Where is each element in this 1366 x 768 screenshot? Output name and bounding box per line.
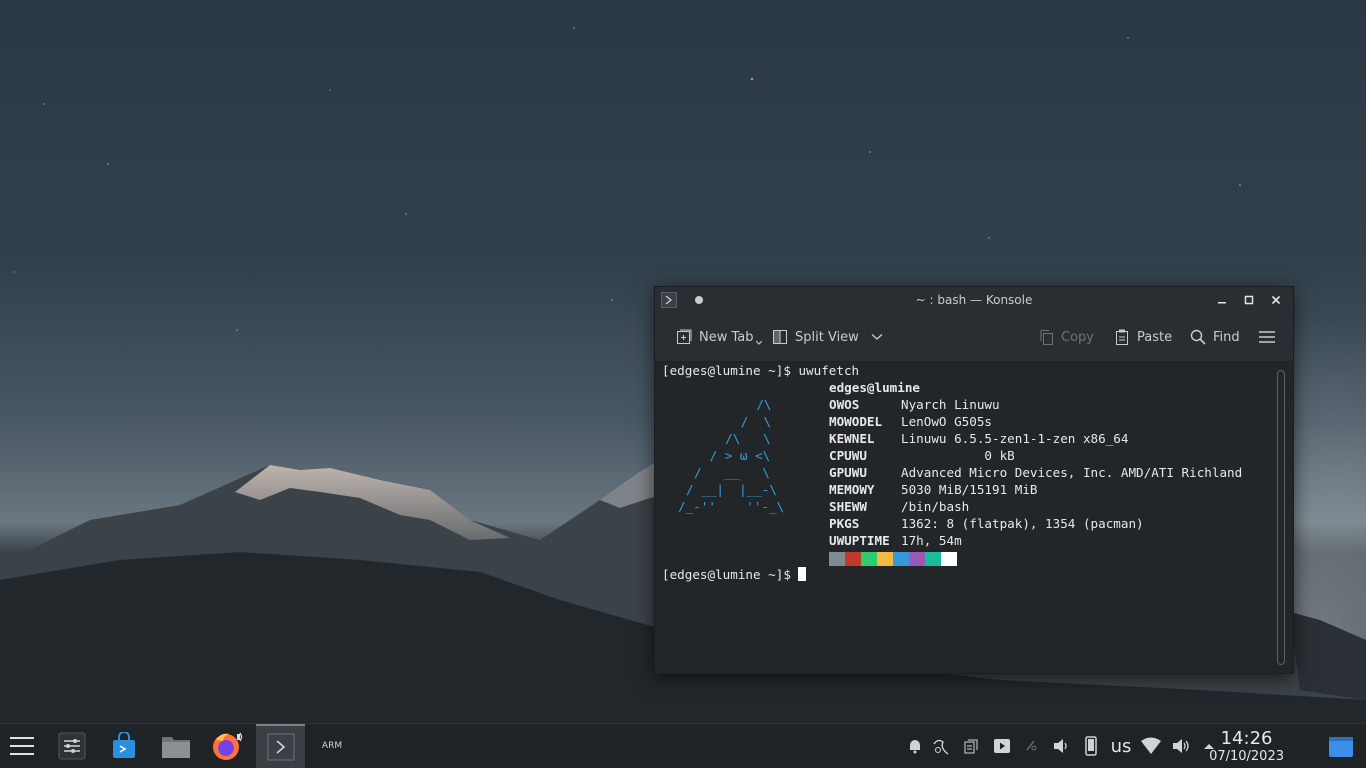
folder-icon <box>162 737 190 758</box>
fetch-user-host: edges@lumine <box>829 380 920 395</box>
color-swatch <box>925 552 941 566</box>
paste-label: Paste <box>1137 329 1173 345</box>
info-key: OWOS <box>829 397 860 412</box>
color-palette <box>829 552 957 566</box>
split-view-icon <box>773 330 787 344</box>
file-manager-launcher[interactable] <box>154 724 198 768</box>
terminal-cursor <box>798 567 807 581</box>
settings-sliders-icon <box>58 732 86 760</box>
info-value: 17h, 54m <box>901 533 962 548</box>
terminal-area[interactable]: [edges@lumine ~]$ uwufetch edges@lumine … <box>655 362 1293 673</box>
chevron-down-icon <box>755 340 762 345</box>
color-swatch <box>877 552 893 566</box>
paste-button[interactable]: Paste <box>1113 327 1172 347</box>
color-swatch <box>845 552 861 566</box>
info-key: MEMOWY <box>829 482 875 497</box>
window-titlebar[interactable]: ~ : bash — Konsole <box>655 287 1293 313</box>
info-value: 1362: 8 (flatpak), 1354 (pacman) <box>901 516 1144 531</box>
terminal-command-line: [edges@lumine ~]$ uwufetch <box>662 363 860 378</box>
info-value: 5030 MiB/15191 MiB <box>901 482 1038 497</box>
maximize-button[interactable] <box>1240 291 1258 309</box>
find-label: Find <box>1213 329 1240 345</box>
info-key: PKGS <box>829 516 860 531</box>
terminal-scrollbar[interactable] <box>1277 370 1285 665</box>
arm-launcher[interactable]: ARM <box>312 724 352 768</box>
color-swatch <box>941 552 957 566</box>
search-icon <box>1190 329 1206 345</box>
new-tab-button[interactable]: New Tab <box>675 327 762 347</box>
discover-store-launcher[interactable] <box>102 724 146 768</box>
hamburger-menu-icon <box>1259 331 1275 343</box>
speaker-icon[interactable] <box>1166 737 1194 755</box>
color-swatch <box>893 552 909 566</box>
split-view-button[interactable]: Split View <box>771 327 883 347</box>
color-swatch <box>829 552 845 566</box>
info-value: Linuwu 6.5.5-zen1-1-zen x86_64 <box>901 431 1129 446</box>
konsole-window[interactable]: ~ : bash — Konsole New Tab Split View Co… <box>654 286 1294 674</box>
ascii-art-line: /_-'' ''-_\ <box>678 499 785 514</box>
new-tab-icon <box>677 329 692 344</box>
copy-icon <box>1040 330 1053 345</box>
ascii-art-line: /\ \ <box>710 431 771 446</box>
find-button[interactable]: Find <box>1189 327 1240 347</box>
keyboard-layout-indicator[interactable]: us <box>1106 736 1136 757</box>
hamburger-menu-button[interactable] <box>1258 327 1276 347</box>
system-settings-launcher[interactable] <box>50 724 94 768</box>
close-button[interactable] <box>1267 291 1285 309</box>
split-view-label: Split View <box>795 329 859 345</box>
media-player-icon[interactable] <box>986 737 1018 755</box>
copy-label: Copy <box>1061 329 1094 345</box>
info-value: Advanced Micro Devices, Inc. AMD/ATI Ric… <box>901 465 1243 480</box>
chevron-down-icon <box>871 334 883 340</box>
clock-time: 14:26 <box>1220 728 1273 749</box>
ascii-art-line: / \ <box>718 414 772 429</box>
klipper-clipboard-icon[interactable] <box>956 737 986 755</box>
info-key: SHEWW <box>829 499 867 514</box>
clock-date: 07/10/2023 <box>1209 749 1284 764</box>
info-key: UWUPTIME <box>829 533 890 548</box>
info-value: Nyarch Linuwu <box>901 397 1000 412</box>
info-key: GPUWU <box>829 465 867 480</box>
minimize-button[interactable] <box>1213 291 1231 309</box>
system-tray: us <box>904 724 1224 768</box>
new-tab-label: New Tab <box>699 329 754 345</box>
info-value: /bin/bash <box>901 499 970 514</box>
digital-clock[interactable]: 14:26 07/10/2023 <box>1209 729 1284 765</box>
ascii-art-line: / __ \ <box>694 465 770 480</box>
prompt-text: [edges@lumine ~]$ <box>662 567 799 582</box>
info-value: 0 kB <box>901 448 1015 463</box>
info-key: MOWODEL <box>829 414 883 429</box>
info-value: LenOwO G505s <box>901 414 992 429</box>
konsole-toolbar: New Tab Split View Copy Paste Find <box>655 313 1293 362</box>
ascii-art-line: / > ω <\ <box>702 448 771 463</box>
volume-icon[interactable] <box>1046 737 1076 755</box>
firefox-launcher[interactable] <box>206 724 250 768</box>
konsole-task-button[interactable] <box>256 724 305 768</box>
firefox-icon <box>213 732 243 760</box>
ascii-art-line: / __| |__-\ <box>686 482 777 497</box>
window-title: ~ : bash — Konsole <box>915 293 1033 307</box>
clipboard-tray-icon[interactable] <box>926 736 956 756</box>
audio-muted-icon[interactable] <box>1018 738 1046 754</box>
paste-icon <box>1116 329 1128 345</box>
color-swatch <box>861 552 877 566</box>
show-desktop-button[interactable] <box>1328 736 1354 758</box>
terminal-icon <box>267 733 294 761</box>
terminal-prompt-line: [edges@lumine ~]$ <box>662 566 807 583</box>
taskbar: ARM us 14:26 07/10/2023 <box>0 723 1366 768</box>
kde-connect-phone-icon[interactable] <box>1076 736 1106 756</box>
info-key: CPUWU <box>829 448 867 463</box>
color-swatch <box>909 552 925 566</box>
info-key: KEWNEL <box>829 431 875 446</box>
notifications-icon[interactable] <box>904 737 926 755</box>
application-launcher-button[interactable] <box>0 724 44 768</box>
arm-label: ARM <box>321 741 343 751</box>
wifi-icon[interactable] <box>1136 737 1166 755</box>
desktop-icon <box>1329 737 1353 757</box>
copy-button[interactable]: Copy <box>1037 327 1094 347</box>
menu-icon <box>10 737 34 755</box>
ascii-art-line: /\ <box>726 397 772 412</box>
shopping-bag-icon <box>113 732 135 758</box>
